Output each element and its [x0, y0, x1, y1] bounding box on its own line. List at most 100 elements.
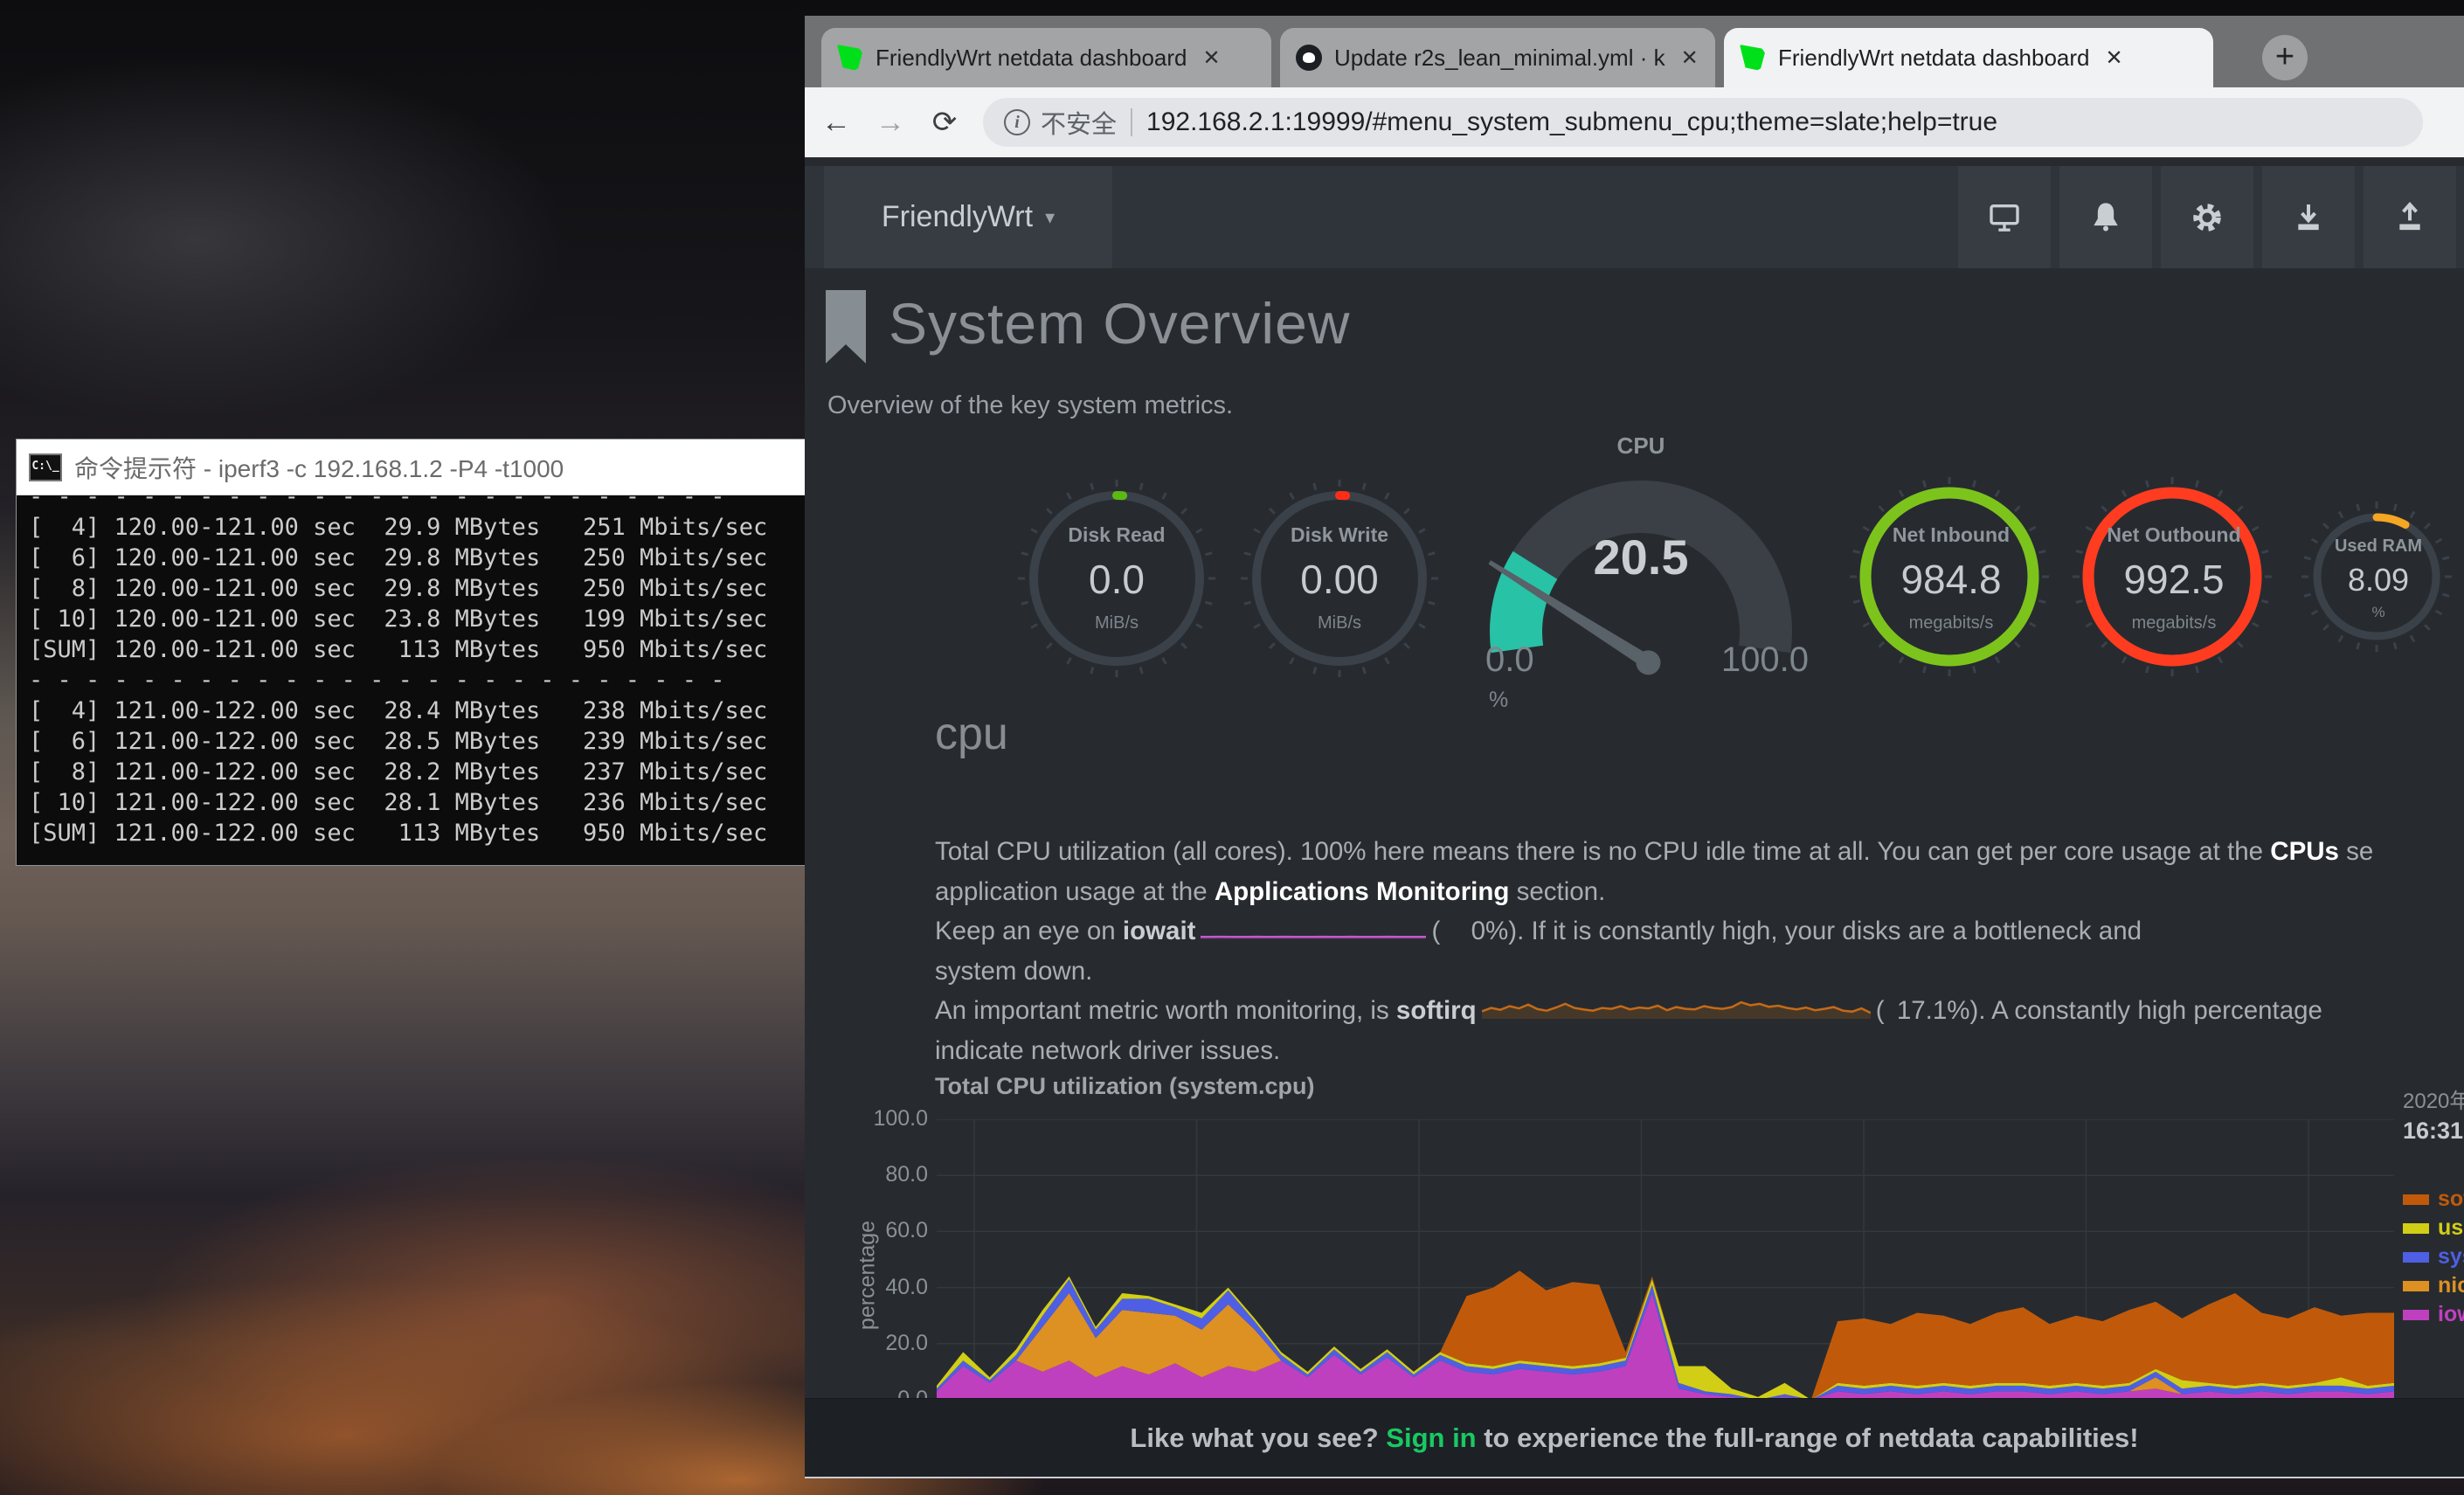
- omnibox-divider: [1131, 108, 1132, 136]
- browser-tab[interactable]: FriendlyWrt netdata dashboard ✕: [1724, 28, 2213, 87]
- terminal-line: [SUM] 120.00-121.00 sec 113 MBytes 950 M…: [29, 634, 793, 665]
- gear-icon: [2190, 200, 2225, 235]
- legend-swatch: [2403, 1223, 2429, 1234]
- gauge-unit: %: [1489, 688, 1508, 713]
- gauge-title: Disk Write: [1291, 523, 1388, 547]
- section-heading-cpu: cpu: [935, 708, 1008, 760]
- alarms-button[interactable]: [2059, 166, 2152, 268]
- gauge-used-ram[interactable]: Used RAM 8.09 %: [2298, 498, 2459, 659]
- iowait-sparkline: [1201, 917, 1426, 939]
- softirq-sparkline: [1482, 993, 1871, 1019]
- gauge-max: 100.0: [1721, 640, 1809, 680]
- gauge-title: Used RAM: [2335, 536, 2422, 557]
- page-info-icon[interactable]: i: [1004, 109, 1030, 135]
- security-status[interactable]: 不安全: [1041, 104, 1117, 141]
- terminal-line: [ 8] 120.00-121.00 sec 29.8 MBytes 250 M…: [29, 573, 793, 604]
- page-subtitle: Overview of the key system metrics.: [827, 391, 1233, 420]
- gauge-unit: MiB/s: [1095, 613, 1139, 633]
- browser-tab[interactable]: FriendlyWrt netdata dashboard ✕: [821, 28, 1271, 87]
- gauge-value: 992.5: [2123, 556, 2224, 603]
- bell-icon: [2088, 200, 2123, 235]
- legend-swatch: [2403, 1310, 2429, 1320]
- close-icon[interactable]: ✕: [2106, 45, 2123, 71]
- gauge-value: 0.00: [1300, 556, 1379, 603]
- browser-toolbar: ← → ⟳ i 不安全 192.168.2.1:19999/#menu_syst…: [805, 87, 2464, 157]
- applications-monitoring-link[interactable]: Applications Monitoring: [1215, 877, 1510, 906]
- browser-tab[interactable]: Update r2s_lean_minimal.yml · k ✕: [1280, 28, 1715, 87]
- terminal-line: [SUM] 121.00-122.00 sec 113 MBytes 950 M…: [29, 818, 793, 848]
- terminal-line: - - - - - - - - - - - - - - - - - - - - …: [29, 665, 793, 696]
- legend-label: system: [2438, 1244, 2464, 1270]
- netdata-icon: [1740, 45, 1766, 71]
- gauge-value: 8.09: [2348, 562, 2409, 599]
- forward-button[interactable]: →: [868, 100, 913, 145]
- gauge-unit: MiB/s: [1318, 613, 1361, 633]
- gauge-unit: %: [2371, 604, 2384, 621]
- cpu-chart-canvas[interactable]: [937, 1119, 2394, 1400]
- gauge-unit: megabits/s: [2132, 613, 2217, 633]
- legend-swatch: [2403, 1252, 2429, 1263]
- netdata-page: FriendlyWrt ▾: [805, 157, 2464, 1478]
- host-name: FriendlyWrt: [882, 200, 1033, 234]
- legend-time: 16:31:2: [2403, 1118, 2464, 1145]
- legend-label: user: [2438, 1215, 2464, 1241]
- netdata-header: FriendlyWrt ▾: [805, 166, 2464, 268]
- terminal-line: [ 10] 121.00-122.00 sec 28.1 MBytes 236 …: [29, 787, 793, 818]
- terminal-titlebar[interactable]: C:\_ 命令提示符 - iperf3 -c 192.168.1.2 -P4 -…: [17, 440, 806, 495]
- y-tick-label: 40.0: [867, 1275, 928, 1300]
- host-dropdown[interactable]: FriendlyWrt ▾: [824, 166, 1112, 268]
- terminal-output: - - - - - - - - - - - - - - - - - - - - …: [17, 495, 806, 865]
- terminal-line: [ 4] 121.00-122.00 sec 28.4 MBytes 238 M…: [29, 696, 793, 726]
- signin-bar: Like what you see? Sign in to experience…: [805, 1398, 2464, 1477]
- monitor-button[interactable]: [1958, 166, 2051, 268]
- y-tick-label: 100.0: [867, 1106, 928, 1132]
- settings-button[interactable]: [2161, 166, 2253, 268]
- terminal-line: [ 6] 120.00-121.00 sec 29.8 MBytes 250 M…: [29, 543, 793, 573]
- legend-item[interactable]: nice: [2403, 1271, 2464, 1300]
- terminal-window: C:\_ 命令提示符 - iperf3 -c 192.168.1.2 -P4 -…: [16, 439, 806, 866]
- import-button[interactable]: [2364, 166, 2456, 268]
- legend-item[interactable]: softirq: [2403, 1185, 2464, 1214]
- close-icon[interactable]: ✕: [1681, 45, 1699, 71]
- legend-label: iowait: [2438, 1302, 2464, 1327]
- cmd-icon: C:\_: [29, 453, 62, 481]
- legend-item[interactable]: user: [2403, 1214, 2464, 1242]
- page-title: System Overview: [889, 290, 1350, 356]
- sign-in-link[interactable]: Sign in: [1386, 1422, 1476, 1453]
- terminal-title: 命令提示符 - iperf3 -c 192.168.1.2 -P4 -t1000: [74, 450, 564, 485]
- new-tab-button[interactable]: +: [2262, 35, 2308, 80]
- gauge-cpu[interactable]: CPU 20.5 0.0 100.0 %: [1466, 433, 1816, 738]
- legend-label: nice: [2438, 1273, 2464, 1298]
- tab-title: FriendlyWrt netdata dashboard: [876, 45, 1187, 72]
- gauge-value: 0.0: [1089, 556, 1145, 603]
- gauge-net-inbound[interactable]: Net Inbound 984.8 megabits/s: [1846, 474, 2056, 683]
- back-button[interactable]: ←: [813, 100, 859, 145]
- legend-item[interactable]: iowait: [2403, 1300, 2464, 1329]
- gauge-unit: megabits/s: [1909, 613, 1994, 633]
- chevron-down-icon: ▾: [1045, 206, 1055, 229]
- gauge-disk-read[interactable]: Disk Read 0.0 MiB/s: [1014, 476, 1219, 681]
- legend-swatch: [2403, 1281, 2429, 1291]
- close-icon[interactable]: ✕: [1203, 45, 1221, 71]
- desktop: C:\_ 命令提示符 - iperf3 -c 192.168.1.2 -P4 -…: [0, 0, 2464, 1495]
- terminal-line: [ 6] 121.00-122.00 sec 28.5 MBytes 239 M…: [29, 726, 793, 757]
- legend-item[interactable]: system: [2403, 1242, 2464, 1271]
- browser-window: FriendlyWrt netdata dashboard ✕ Update r…: [805, 16, 2464, 1478]
- gauge-title: Net Inbound: [1893, 523, 2010, 547]
- url-text[interactable]: 192.168.2.1:19999/#menu_system_submenu_c…: [1146, 107, 1997, 137]
- gauge-disk-write[interactable]: Disk Write 0.00 MiB/s: [1237, 476, 1442, 681]
- legend-swatch: [2403, 1194, 2429, 1205]
- export-button[interactable]: [2262, 166, 2355, 268]
- download-icon: [2291, 200, 2326, 235]
- monitor-icon: [1987, 200, 2022, 235]
- tab-title: Update r2s_lean_minimal.yml · k: [1334, 45, 1665, 72]
- gauge-title: CPU: [1466, 433, 1816, 460]
- gauge-net-outbound[interactable]: Net Outbound 992.5 megabits/s: [2069, 474, 2279, 683]
- netdata-icon: [837, 45, 863, 71]
- address-bar[interactable]: i 不安全 192.168.2.1:19999/#menu_system_sub…: [983, 98, 2423, 147]
- chart-legend: 2020年3 16:31:2 softirq user system nice …: [2403, 1083, 2464, 1329]
- softirq-value: 17.1%).: [1885, 991, 1986, 1031]
- upload-icon: [2392, 200, 2427, 235]
- cpus-link[interactable]: CPUs: [2270, 837, 2339, 866]
- reload-button[interactable]: ⟳: [922, 100, 967, 145]
